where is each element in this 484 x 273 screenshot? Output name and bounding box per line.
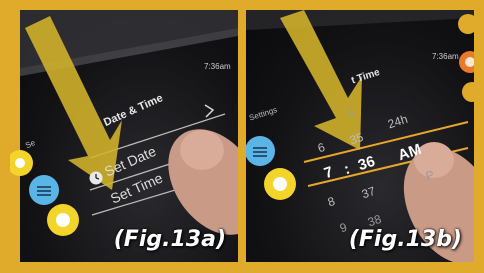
- figure-caption: (Fig.13a): [113, 227, 226, 252]
- figure-caption: (Fig.13b): [348, 227, 462, 252]
- figure-13a-panel: 7:36am Date & Time Se Set Date Set Time …: [10, 10, 238, 262]
- status-clock: 7:36am: [204, 62, 231, 71]
- equalizer-icon[interactable]: [246, 134, 280, 168]
- brightness-icon[interactable]: [262, 166, 298, 202]
- clock-icon: [89, 171, 103, 185]
- brightness-icon[interactable]: [45, 202, 81, 238]
- figure-13b-panel: 7:36am t Time Settings 4 6 35 24h 7 : 36…: [246, 10, 474, 262]
- status-clock: 7:36am: [432, 52, 459, 61]
